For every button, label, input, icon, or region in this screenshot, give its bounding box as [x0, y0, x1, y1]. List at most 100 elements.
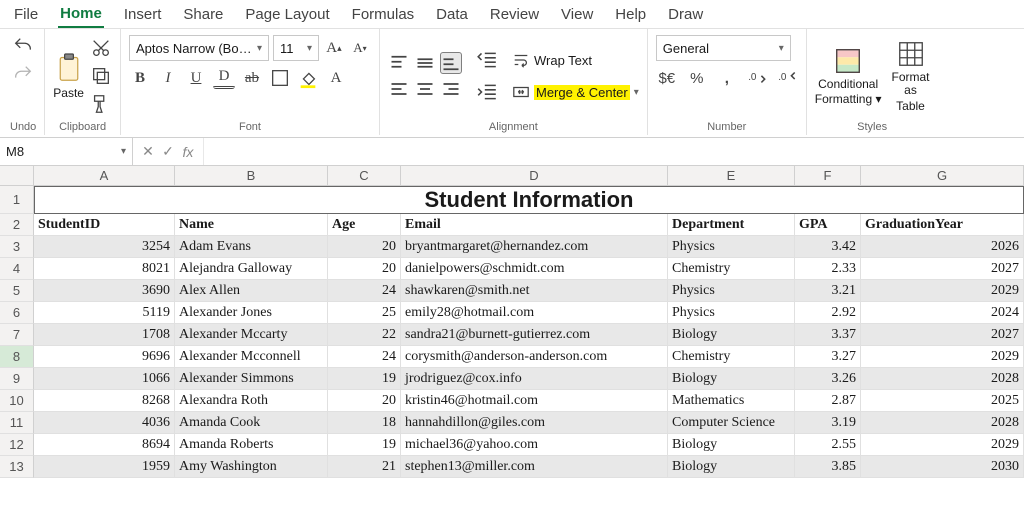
header-studentid[interactable]: StudentID	[34, 214, 175, 236]
align-right-button[interactable]	[440, 78, 462, 100]
cell-name[interactable]: Alexander Simmons	[175, 368, 328, 390]
cell-email[interactable]: sandra21@burnett-gutierrez.com	[401, 324, 668, 346]
cell-graduationyear[interactable]: 2030	[861, 456, 1024, 478]
cell-studentid[interactable]: 8021	[34, 258, 175, 280]
menu-review[interactable]: Review	[488, 4, 541, 27]
menu-view[interactable]: View	[559, 4, 595, 27]
cell-name[interactable]: Alexander Mccarty	[175, 324, 328, 346]
cell-graduationyear[interactable]: 2027	[861, 324, 1024, 346]
select-all-corner[interactable]	[0, 166, 34, 185]
row-header[interactable]: 13	[0, 456, 34, 478]
cell-name[interactable]: Alexander Jones	[175, 302, 328, 324]
cell-gpa[interactable]: 3.21	[795, 280, 861, 302]
cancel-formula-button[interactable]: ✕	[139, 143, 157, 160]
cell-studentid[interactable]: 1708	[34, 324, 175, 346]
cell-age[interactable]: 20	[328, 390, 401, 412]
copy-button[interactable]	[90, 65, 112, 87]
cell-department[interactable]: Physics	[668, 280, 795, 302]
decrease-decimal-button[interactable]: .0	[776, 67, 798, 89]
cell-age[interactable]: 20	[328, 258, 401, 280]
cell-studentid[interactable]: 3690	[34, 280, 175, 302]
col-header-d[interactable]: D	[401, 166, 668, 185]
cell-department[interactable]: Chemistry	[668, 346, 795, 368]
cell-gpa[interactable]: 3.26	[795, 368, 861, 390]
font-size-select[interactable]: 11▾	[273, 35, 319, 61]
cell-name[interactable]: Alex Allen	[175, 280, 328, 302]
cell-graduationyear[interactable]: 2028	[861, 368, 1024, 390]
row-header[interactable]: 7	[0, 324, 34, 346]
menu-page-layout[interactable]: Page Layout	[243, 4, 331, 27]
cell-email[interactable]: jrodriguez@cox.info	[401, 368, 668, 390]
borders-button[interactable]	[269, 67, 291, 89]
cell-email[interactable]: danielpowers@schmidt.com	[401, 258, 668, 280]
align-middle-button[interactable]	[414, 52, 436, 74]
col-header-e[interactable]: E	[668, 166, 795, 185]
col-header-g[interactable]: G	[861, 166, 1024, 185]
row-header[interactable]: 3	[0, 236, 34, 258]
cell-age[interactable]: 24	[328, 280, 401, 302]
undo-button[interactable]	[12, 35, 34, 57]
cell-gpa[interactable]: 3.42	[795, 236, 861, 258]
increase-indent-button[interactable]	[476, 81, 498, 103]
cell-gpa[interactable]: 3.37	[795, 324, 861, 346]
decrease-indent-button[interactable]	[476, 49, 498, 71]
cell-studentid[interactable]: 4036	[34, 412, 175, 434]
header-gpa[interactable]: GPA	[795, 214, 861, 236]
col-header-a[interactable]: A	[34, 166, 175, 185]
format-painter-button[interactable]	[90, 93, 112, 115]
italic-button[interactable]: I	[157, 67, 179, 89]
header-email[interactable]: Email	[401, 214, 668, 236]
double-underline-button[interactable]: D	[213, 67, 235, 89]
cell-email[interactable]: emily28@hotmail.com	[401, 302, 668, 324]
underline-button[interactable]: U	[185, 67, 207, 89]
cell-graduationyear[interactable]: 2029	[861, 346, 1024, 368]
cell-studentid[interactable]: 1066	[34, 368, 175, 390]
cell-age[interactable]: 18	[328, 412, 401, 434]
merge-center-button[interactable]: Merge & Center ▾	[512, 81, 639, 103]
cell-department[interactable]: Biology	[668, 456, 795, 478]
cell-graduationyear[interactable]: 2028	[861, 412, 1024, 434]
cell-department[interactable]: Physics	[668, 236, 795, 258]
align-bottom-button[interactable]	[440, 52, 462, 74]
cell-email[interactable]: michael36@yahoo.com	[401, 434, 668, 456]
fx-icon[interactable]: fx	[179, 144, 197, 160]
col-header-b[interactable]: B	[175, 166, 328, 185]
fill-color-button[interactable]	[297, 67, 319, 89]
row-header[interactable]: 8	[0, 346, 34, 368]
cell-gpa[interactable]: 3.27	[795, 346, 861, 368]
col-header-f[interactable]: F	[795, 166, 861, 185]
wrap-text-button[interactable]: Wrap Text	[512, 49, 592, 71]
menu-home[interactable]: Home	[58, 3, 104, 28]
cell-email[interactable]: kristin46@hotmail.com	[401, 390, 668, 412]
cell-email[interactable]: shawkaren@smith.net	[401, 280, 668, 302]
row-header[interactable]: 11	[0, 412, 34, 434]
cell-name[interactable]: Alexander Mcconnell	[175, 346, 328, 368]
strikethrough-button[interactable]: ab	[241, 67, 263, 89]
conditional-formatting-button[interactable]: Conditional Formatting ▾	[815, 46, 882, 106]
cell-email[interactable]: stephen13@miller.com	[401, 456, 668, 478]
comma-format-button[interactable]: ,	[716, 67, 738, 89]
align-top-button[interactable]	[388, 52, 410, 74]
title-cell[interactable]: Student Information	[34, 186, 1024, 214]
cell-email[interactable]: corysmith@anderson-anderson.com	[401, 346, 668, 368]
menu-draw[interactable]: Draw	[666, 4, 705, 27]
cell-graduationyear[interactable]: 2029	[861, 434, 1024, 456]
cell-email[interactable]: hannahdillon@giles.com	[401, 412, 668, 434]
align-center-button[interactable]	[414, 78, 436, 100]
menu-formulas[interactable]: Formulas	[350, 4, 417, 27]
cell-name[interactable]: Alexandra Roth	[175, 390, 328, 412]
cell-graduationyear[interactable]: 2027	[861, 258, 1024, 280]
header-name[interactable]: Name	[175, 214, 328, 236]
bold-button[interactable]: B	[129, 67, 151, 89]
header-department[interactable]: Department	[668, 214, 795, 236]
row-header[interactable]: 1	[0, 186, 34, 214]
cell-gpa[interactable]: 2.87	[795, 390, 861, 412]
cell-department[interactable]: Biology	[668, 368, 795, 390]
col-header-c[interactable]: C	[328, 166, 401, 185]
cell-graduationyear[interactable]: 2024	[861, 302, 1024, 324]
cell-name[interactable]: Amy Washington	[175, 456, 328, 478]
percent-format-button[interactable]: %	[686, 67, 708, 89]
row-header[interactable]: 5	[0, 280, 34, 302]
row-header[interactable]: 9	[0, 368, 34, 390]
cell-gpa[interactable]: 2.55	[795, 434, 861, 456]
